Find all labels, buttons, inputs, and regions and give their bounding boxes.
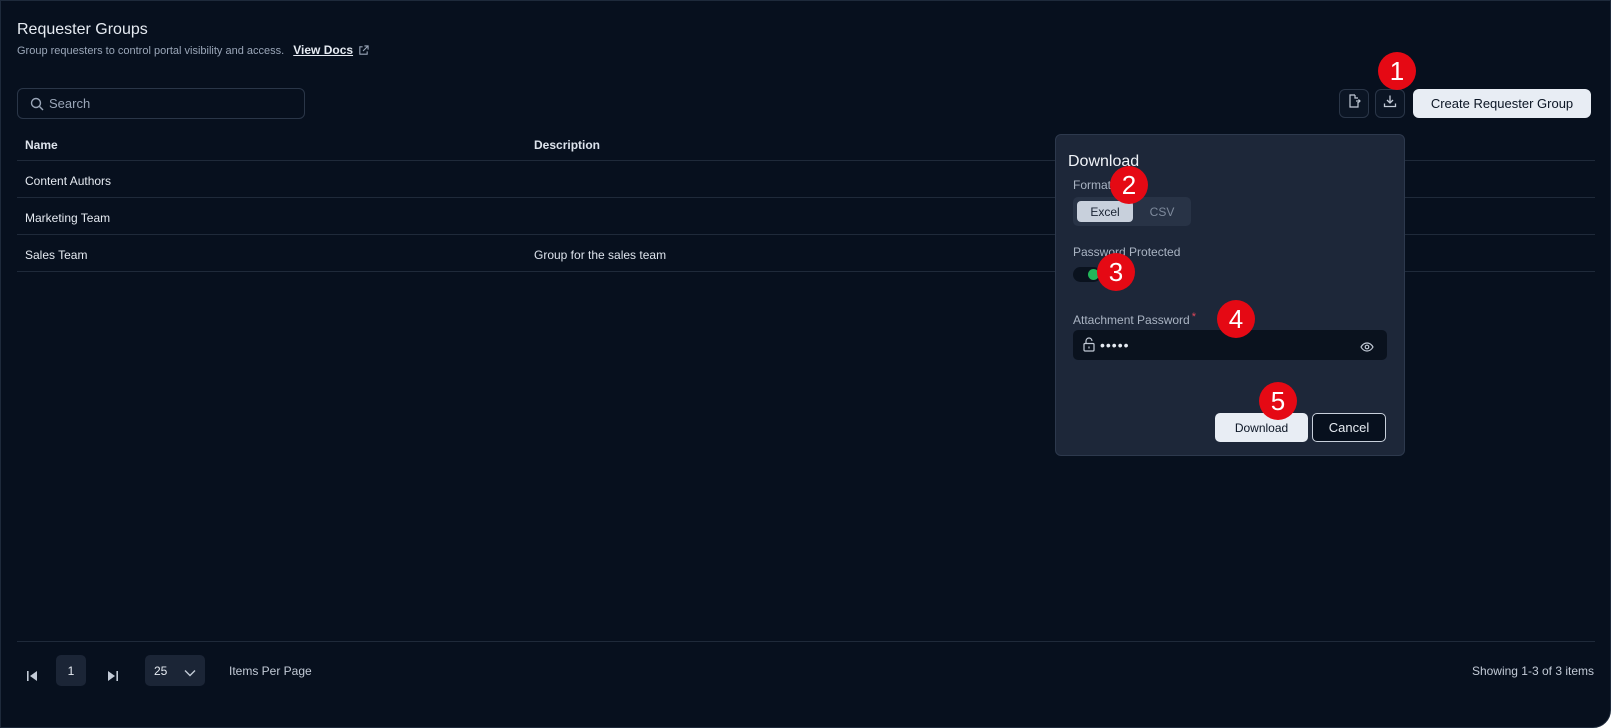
view-docs-link[interactable]: View Docs (293, 43, 353, 57)
search-box[interactable] (17, 88, 305, 119)
format-option-csv[interactable]: CSV (1136, 201, 1188, 222)
chevron-down-icon (184, 666, 196, 680)
pagination-divider (17, 641, 1595, 642)
attachment-password-label: Attachment Password * (1073, 311, 1196, 327)
page-title: Requester Groups (17, 21, 148, 38)
search-icon (30, 97, 44, 116)
last-page-icon[interactable] (107, 668, 118, 686)
first-page-icon[interactable] (27, 668, 38, 686)
step-marker-4: 4 (1217, 300, 1255, 338)
showing-count: Showing 1-3 of 3 items (1471, 664, 1594, 678)
column-header-name[interactable]: Name (25, 138, 58, 152)
eye-icon[interactable] (1360, 339, 1374, 357)
cancel-button[interactable]: Cancel (1312, 413, 1386, 442)
search-input[interactable] (49, 89, 299, 118)
page-size-value: 25 (154, 664, 168, 678)
step-marker-1: 1 (1378, 52, 1416, 90)
row-name: Sales Team (25, 248, 88, 262)
page-subtitle: Group requesters to control portal visib… (17, 43, 369, 59)
export-button[interactable] (1339, 89, 1369, 118)
download-icon (1383, 94, 1397, 113)
create-requester-group-button[interactable]: Create Requester Group (1413, 89, 1591, 118)
format-option-excel[interactable]: Excel (1077, 201, 1133, 222)
confirm-download-button[interactable]: Download (1215, 413, 1308, 442)
format-label: Format (1073, 178, 1112, 192)
lock-open-icon (1083, 337, 1095, 357)
items-per-page-label: Items Per Page (229, 664, 312, 678)
step-marker-2: 2 (1110, 166, 1148, 204)
page-size-select[interactable]: 25 (145, 655, 205, 686)
subtitle-text: Group requesters to control portal visib… (17, 45, 285, 57)
step-marker-3: 3 (1097, 253, 1135, 291)
file-export-icon (1347, 94, 1361, 113)
row-description: Group for the sales team (534, 248, 667, 262)
row-name: Marketing Team (25, 211, 111, 225)
step-marker-5: 5 (1259, 382, 1297, 420)
column-header-description[interactable]: Description (534, 138, 600, 152)
row-name: Content Authors (25, 174, 112, 188)
required-indicator: * (1191, 311, 1196, 323)
app-window: Requester Groups Group requesters to con… (0, 0, 1611, 728)
download-dialog: Download Format Excel CSV Password Prote… (1055, 134, 1405, 456)
page-number-button[interactable]: 1 (56, 655, 86, 686)
download-button[interactable] (1375, 89, 1405, 118)
attachment-password-text: Attachment Password (1073, 313, 1190, 327)
external-link-icon[interactable] (358, 45, 369, 59)
